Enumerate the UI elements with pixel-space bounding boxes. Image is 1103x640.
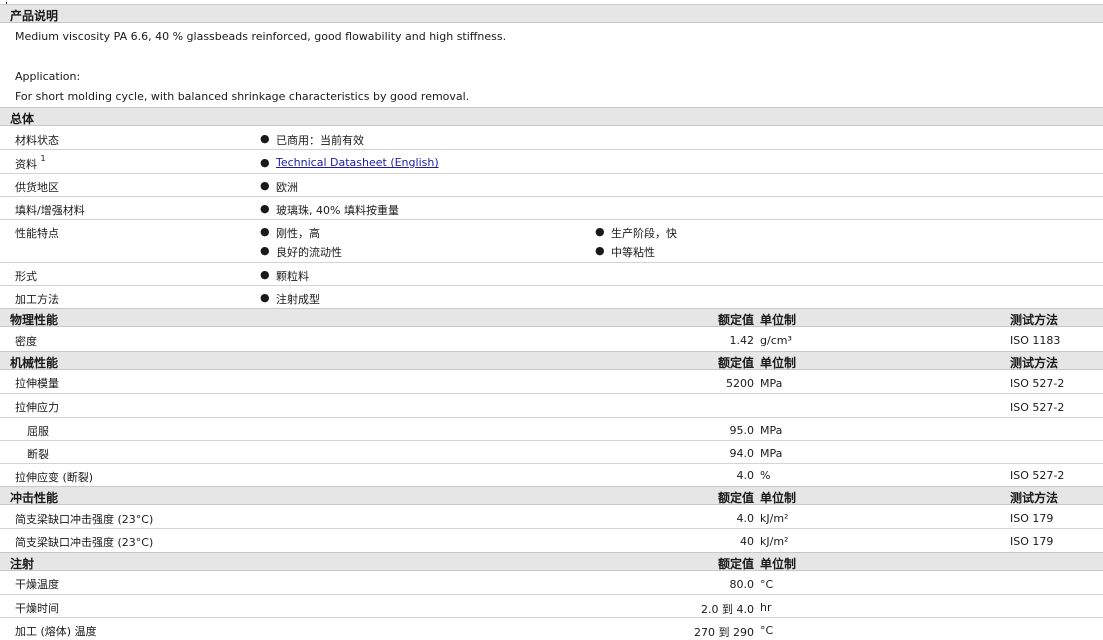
row-tensile-stress: 拉伸应力 ISO 527-2	[0, 394, 1103, 418]
section-header-description: 产品说明	[0, 4, 1103, 23]
row-unit: kJ/m²	[760, 535, 789, 548]
row-label: 简支梁缺口冲击强度 (23°C)	[15, 536, 154, 549]
col-header-unit: 单位制	[760, 313, 797, 327]
section-title: 注射	[10, 557, 35, 571]
row-method: ISO 179	[1010, 535, 1054, 548]
section-title: 机械性能	[10, 356, 59, 370]
description-text: Medium viscosity PA 6.6, 40 % glassbeads…	[15, 30, 507, 43]
row-unit: g/cm³	[760, 334, 792, 347]
row-value: 40	[740, 535, 754, 548]
row-method: ISO 527-2	[1010, 469, 1065, 482]
row-unit: °C	[760, 624, 774, 637]
row-method: ISO 179	[1010, 512, 1054, 525]
section-header-general: 总体	[0, 107, 1103, 126]
row-drying-temp: 干燥温度 80.0 °C	[0, 571, 1103, 595]
row-label: 拉伸模量	[15, 377, 59, 390]
row-drying-time: 干燥时间 2.0 到 4.0 hr	[0, 595, 1103, 618]
row-break: 断裂 94.0 MPa	[0, 441, 1103, 464]
row-value: 1.42	[729, 334, 755, 347]
section-title: 产品说明	[10, 9, 59, 23]
row-method: ISO 527-2	[1010, 401, 1065, 414]
row-tensile-strain: 拉伸应变 (断裂) 4.0 % ISO 527-2	[0, 464, 1103, 486]
row-material-status: 材料状态 ● 已商用：当前有效	[0, 126, 1103, 150]
col-header-unit: 单位制	[760, 557, 797, 571]
row-region: 供货地区 ● 欧洲	[0, 174, 1103, 197]
col-header-value: 额定值	[717, 356, 754, 370]
footnote-marker: 1	[40, 154, 46, 163]
col-header-unit: 单位制	[760, 356, 797, 370]
application-label: Application:	[15, 70, 81, 83]
technical-datasheet-link[interactable]: Technical Datasheet (English)	[276, 156, 439, 169]
row-value: 80.0	[729, 578, 755, 591]
col-header-method: 测试方法	[1010, 356, 1059, 370]
row-label: 性能特点	[15, 227, 59, 240]
row-method: ISO 527-2	[1010, 377, 1065, 390]
row-filler: 填料/增强材料 ● 玻璃珠, 40% 填料按重量	[0, 197, 1103, 220]
section-title: 冲击性能	[10, 491, 59, 505]
section-title: 物理性能	[10, 313, 59, 327]
col-header-method: 测试方法	[1010, 491, 1059, 505]
section-header-physical: 物理性能 额定值 单位制 测试方法	[0, 308, 1103, 327]
row-method: ISO 1183	[1010, 334, 1061, 347]
col-header-value: 额定值	[717, 313, 754, 327]
row-label: 拉伸应变 (断裂)	[15, 471, 94, 484]
row-melt-temp: 加工 (熔体) 温度 270 到 290 °C	[0, 618, 1103, 639]
row-unit: hr	[760, 601, 772, 614]
application-text: For short molding cycle, with balanced s…	[15, 90, 470, 103]
row-value: 4.0	[736, 469, 755, 482]
row-density: 密度 1.42 g/cm³ ISO 1183	[0, 327, 1103, 351]
row-value: 94.0	[729, 447, 755, 460]
row-charpy-2: 简支梁缺口冲击强度 (23°C) 40 kJ/m² ISO 179	[0, 529, 1103, 552]
section-header-mechanical: 机械性能 额定值 单位制 测试方法	[0, 351, 1103, 370]
section-header-impact: 冲击性能 额定值 单位制 测试方法	[0, 486, 1103, 505]
row-charpy-1: 简支梁缺口冲击强度 (23°C) 4.0 kJ/m² ISO 179	[0, 505, 1103, 529]
row-label: 供货地区	[15, 181, 59, 194]
row-value: 95.0	[729, 424, 755, 437]
row-features: 性能特点 ● 刚性，高 ● 生产阶段，快 ● 良好的流动性 ● 中等粘性	[0, 220, 1103, 263]
row-documents: 资料 1 ● Technical Datasheet (English)	[0, 150, 1103, 174]
row-process: 加工方法 ● 注射成型	[15, 291, 320, 306]
row-label: 密度	[15, 335, 37, 348]
col-header-value: 额定值	[717, 557, 754, 571]
row-form: 形式 ● 颗粒料	[0, 263, 1103, 286]
row-label: 干燥温度	[15, 578, 59, 591]
row-label: 简支梁缺口冲击强度 (23°C)	[15, 513, 154, 526]
row-label: 拉伸应力	[15, 401, 59, 414]
row-value: 4.0	[736, 512, 755, 525]
section-title: 总体	[10, 112, 35, 126]
row-tensile-modulus: 拉伸模量 5200 MPa ISO 527-2	[0, 370, 1103, 394]
row-unit: °C	[760, 578, 774, 591]
row-unit: %	[760, 469, 771, 482]
row-label: 加工方法	[15, 293, 59, 306]
row-unit: MPa	[760, 377, 783, 390]
row-label: 材料状态	[15, 134, 59, 147]
row-label: 填料/增强材料	[15, 204, 85, 217]
row-unit: kJ/m²	[760, 512, 789, 525]
row-value: 5200	[726, 377, 754, 390]
row-unit: MPa	[760, 424, 783, 437]
row-value: 270 到 290	[694, 626, 754, 639]
row-label: 断裂	[27, 448, 49, 461]
row-label: 干燥时间	[15, 602, 59, 615]
row-value: 2.0 到 4.0	[701, 603, 754, 616]
row-yield: 屈服 95.0 MPa	[0, 418, 1103, 441]
col-header-unit: 单位制	[760, 491, 797, 505]
col-header-value: 额定值	[717, 491, 754, 505]
row-label: 加工 (熔体) 温度	[15, 625, 97, 638]
section-header-injection: 注射 额定值 单位制	[0, 552, 1103, 571]
row-label: 形式	[15, 270, 37, 283]
row-label: 屈服	[27, 425, 49, 438]
col-header-method: 测试方法	[1010, 313, 1059, 327]
row-label: 资料 1	[15, 154, 46, 171]
row-unit: MPa	[760, 447, 783, 460]
